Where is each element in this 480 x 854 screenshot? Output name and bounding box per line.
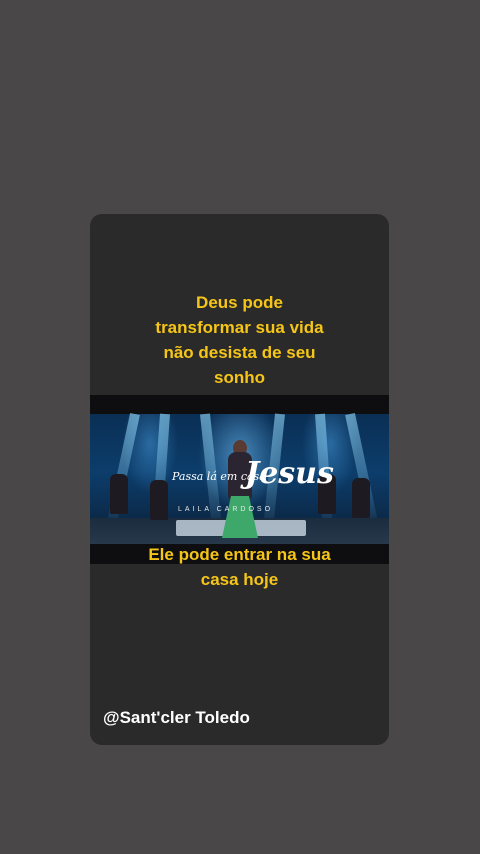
story-card: Deus pode transformar sua vida não desis… bbox=[90, 214, 389, 745]
bottom-caption-line: Ele pode entrar na sua bbox=[148, 545, 331, 564]
video-logo-title: Jesus bbox=[245, 456, 334, 491]
video-logo-subtitle: LAILA CARDOSO bbox=[178, 506, 274, 513]
band-member bbox=[352, 478, 370, 518]
top-caption-line: transformar sua vida bbox=[155, 318, 324, 337]
bottom-caption: Ele pode entrar na sua casa hoje bbox=[90, 542, 389, 592]
top-caption-line: Deus pode bbox=[196, 293, 283, 312]
light-beam bbox=[105, 412, 140, 533]
top-caption-line: não desista de seu bbox=[163, 343, 316, 362]
stage-scene: Passa lá em casa Jesus LAILA CARDOSO bbox=[90, 412, 389, 544]
band-member bbox=[110, 474, 128, 514]
singer-skirt bbox=[222, 496, 258, 538]
band-member bbox=[150, 480, 168, 520]
author-handle[interactable]: @Sant'cler Toledo bbox=[103, 708, 250, 728]
top-caption: Deus pode transformar sua vida não desis… bbox=[90, 290, 389, 390]
bottom-caption-line: casa hoje bbox=[200, 570, 279, 589]
video-frame[interactable]: Passa lá em casa Jesus LAILA CARDOSO bbox=[90, 395, 389, 564]
top-caption-line: sonho bbox=[214, 368, 265, 387]
